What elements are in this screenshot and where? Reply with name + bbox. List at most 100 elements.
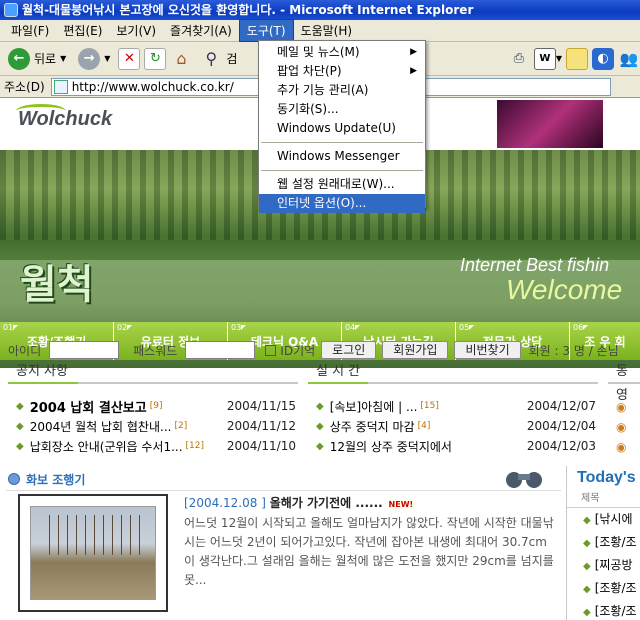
bullet-icon: ◆	[16, 400, 24, 412]
menu-view[interactable]: 보기(V)	[109, 20, 163, 41]
submenu-arrow-icon: ▶	[410, 66, 417, 76]
join-button[interactable]: 회원가입	[382, 341, 449, 359]
back-button[interactable]: ← 뒤로 ▼	[4, 46, 70, 72]
menu-item-windows-messenger[interactable]: Windows Messenger	[259, 147, 425, 166]
home-icon[interactable]: ⌂	[170, 48, 192, 70]
page-icon	[53, 79, 68, 94]
forward-dropdown-icon[interactable]: ▼	[104, 54, 110, 63]
stop-icon[interactable]: ✕	[118, 47, 141, 70]
list-item[interactable]: ◆ [조황/조	[567, 531, 640, 554]
search-button[interactable]: ⚲ 검	[196, 46, 241, 72]
list-item[interactable]: ◆ [속보]아침에 | ... [15] 2004/12/07	[316, 396, 596, 416]
messenger-icon[interactable]: 👥	[618, 48, 640, 70]
notice-text: 납회장소 안내(군위읍 수서1...	[29, 439, 183, 454]
menu-item-reset-web-settings[interactable]: 웹 설정 원래대로(W)...	[259, 175, 425, 194]
list-item[interactable]: ◆ [조황/조	[567, 600, 640, 620]
search-label: 검	[226, 52, 238, 66]
notice-text: 2004년 월척 납회 협찬내...	[29, 419, 172, 434]
video-icon[interactable]: ◉	[616, 400, 636, 420]
notice-title[interactable]: 공지 사항	[16, 364, 68, 379]
nav-num: 06	[573, 323, 589, 332]
list-item[interactable]: ◆ 상주 중덕지 마감 [4] 2004/12/04	[316, 416, 596, 436]
back-dropdown-icon[interactable]: ▼	[60, 54, 66, 63]
discuss-icon[interactable]	[566, 47, 588, 70]
comment-count: [12]	[185, 441, 205, 451]
realtime-title[interactable]: 실 시 간	[316, 364, 360, 379]
menu-item-popup-blocker[interactable]: 팝업 차단(P) ▶	[259, 62, 425, 81]
password-label: 패스워드	[133, 343, 178, 358]
list-item[interactable]: ◆ 2004 납회 결산보고 [9] 2004/11/15	[16, 396, 296, 416]
nav-num: 01	[3, 323, 19, 332]
menu-item-label: 메일 및 뉴스(M)	[277, 45, 360, 59]
edit-dropdown-icon[interactable]: ▼	[556, 54, 562, 63]
video-icon[interactable]: ◉	[616, 420, 636, 440]
research-icon[interactable]: ◐	[592, 47, 614, 70]
photo-date: [2004.12.08 ]	[184, 496, 266, 510]
menu-item-mail-news[interactable]: 메일 및 뉴스(M) ▶	[259, 43, 425, 62]
menu-item-synchronize[interactable]: 동기화(S)...	[259, 100, 425, 119]
list-item[interactable]: ◆ [조황/조	[567, 577, 640, 600]
refresh-icon[interactable]: ↻	[144, 47, 167, 70]
camera-icon	[8, 473, 20, 485]
todays-text: [찌공방	[594, 558, 633, 572]
edit-word-icon[interactable]: W	[533, 47, 556, 70]
comment-count: [9]	[149, 401, 163, 411]
photo-section-title[interactable]: 화보 조행기	[26, 471, 85, 488]
list-item[interactable]: ◆ 납회장소 안내(군위읍 수서1... [12] 2004/11/10	[16, 436, 296, 456]
print-icon[interactable]: ⎙	[508, 48, 530, 70]
find-password-button[interactable]: 비번찾기	[454, 341, 521, 359]
todays-subtitle: 제목	[567, 490, 640, 508]
logo-swoosh	[16, 104, 66, 118]
nav-num: 05	[459, 323, 475, 332]
realtime-header: 실 시 간	[308, 360, 598, 384]
menu-separator	[261, 142, 423, 143]
list-item[interactable]: ◆ 12월의 상주 중덕지에서 2004/12/03	[316, 436, 596, 456]
back-label: 뒤로	[34, 52, 57, 66]
video-icon[interactable]: ◉	[616, 440, 636, 460]
list-item[interactable]: ◆ [낚시에	[567, 508, 640, 531]
binoculars-icon	[506, 472, 542, 488]
search-icon: ⚲	[205, 49, 218, 68]
window-title: 월척-대물붕어낚시 본고장에 오신것을 환영합니다. - Microsoft I…	[22, 3, 474, 17]
menu-item-internet-options[interactable]: 인터넷 옵션(O)...	[259, 194, 425, 213]
bullet-icon: ◆	[316, 400, 324, 412]
bullet-icon: ◆	[583, 584, 591, 595]
menu-item-windows-update[interactable]: Windows Update(U)	[259, 119, 425, 138]
menu-tools[interactable]: 도구(T)	[238, 19, 294, 42]
new-badge: NEW!	[386, 500, 416, 509]
password-input[interactable]	[185, 341, 256, 359]
menu-help[interactable]: 도움말(H)	[294, 20, 360, 41]
photo-title-text: 올해가 가기전에 ......	[269, 496, 383, 510]
menu-item-manage-addons[interactable]: 추가 기능 관리(A)	[259, 81, 425, 100]
photo-section-header: 화보 조행기	[8, 468, 85, 490]
bullet-icon: ◆	[583, 607, 591, 618]
notice-date: 2004/11/12	[226, 419, 296, 433]
menu-file[interactable]: 파일(F)	[4, 20, 56, 41]
id-input[interactable]	[49, 341, 120, 359]
bullet-icon: ◆	[316, 420, 324, 432]
menu-item-label: 팝업 차단(P)	[277, 64, 342, 78]
notice-underline	[8, 382, 78, 384]
photo-post-title[interactable]: [2004.12.08 ] 올해가 가기전에 ...... NEW!	[184, 494, 416, 511]
site-logo[interactable]: Wolchuck	[16, 104, 112, 131]
video-title[interactable]: 동 영	[616, 364, 628, 403]
banner-subtitle: Internet Best fishin	[460, 255, 610, 275]
ad-banner-image[interactable]	[497, 100, 603, 148]
back-arrow-icon: ←	[8, 47, 30, 70]
menu-favorites[interactable]: 즐겨찾기(A)	[163, 20, 239, 41]
notice-date: 2004/11/15	[226, 399, 296, 413]
forward-button[interactable]: → ▼	[74, 46, 114, 72]
menu-edit[interactable]: 편집(E)	[56, 20, 109, 41]
notice-date: 2004/11/10	[226, 439, 296, 453]
list-item[interactable]: ◆ [찌공방	[567, 554, 640, 577]
bullet-icon: ◆	[583, 561, 591, 572]
bullet-icon: ◆	[16, 420, 24, 432]
remember-id-checkbox[interactable]	[265, 344, 277, 356]
realtime-text: 상주 중덕지 마감	[329, 419, 415, 434]
photo-thumbnail[interactable]	[18, 494, 168, 612]
notice-text: 2004 납회 결산보고	[29, 400, 147, 416]
comment-count: [15]	[420, 401, 439, 411]
list-item[interactable]: ◆ 2004년 월척 납회 협찬내... [2] 2004/11/12	[16, 416, 296, 436]
nav-num: 03	[231, 323, 247, 332]
login-button[interactable]: 로그인	[321, 341, 377, 359]
